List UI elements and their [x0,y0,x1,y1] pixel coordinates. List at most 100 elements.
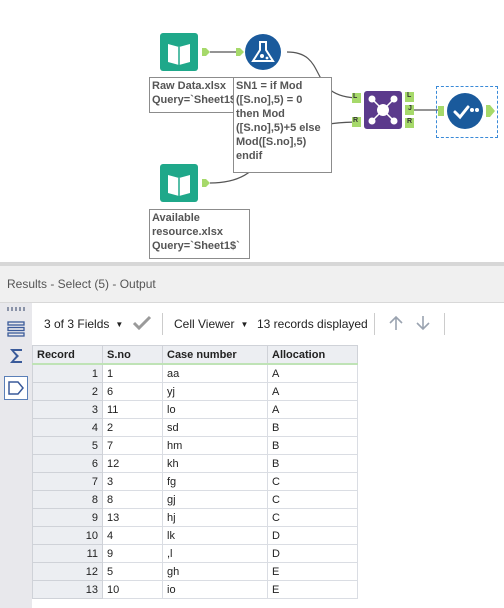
results-title: Results - Select (5) - Output [7,277,156,291]
column-header-allocation[interactable]: Allocation [267,345,358,365]
input-data-tool-raw[interactable] [160,33,212,74]
allocation-cell[interactable]: E [267,562,358,581]
allocation-cell[interactable]: C [267,490,358,509]
column-header-sno[interactable]: S.no [102,345,163,365]
table-row[interactable]: 5 7 hm B [32,436,358,455]
allocation-cell[interactable]: E [267,580,358,599]
record-cell[interactable]: 8 [32,490,103,509]
table-row[interactable]: 13 10 io E [32,580,358,599]
chevron-down-icon: ▼ [115,320,124,330]
case-number-cell[interactable]: lo [162,400,268,419]
record-cell[interactable]: 7 [32,472,103,491]
input-data-tool-available[interactable] [160,164,212,205]
case-number-cell[interactable]: aa [162,363,268,383]
table-row[interactable]: 8 8 gj C [32,490,358,509]
record-cell[interactable]: 10 [32,526,103,545]
record-cell[interactable]: 13 [32,580,103,599]
allocation-cell[interactable]: A [267,363,358,383]
table-row[interactable]: 1 1 aa A [32,363,358,383]
case-number-cell[interactable]: ,l [162,544,268,563]
sno-cell[interactable]: 2 [102,418,163,437]
table-row[interactable]: 3 11 lo A [32,400,358,419]
sno-cell[interactable]: 1 [102,363,163,383]
flask-icon [236,34,281,70]
sno-cell[interactable]: 13 [102,508,163,527]
case-number-cell[interactable]: yj [162,382,268,401]
check-icon [132,315,152,331]
previous-button[interactable] [387,314,405,335]
record-cell[interactable]: 9 [32,508,103,527]
case-number-cell[interactable]: gj [162,490,268,509]
sno-cell[interactable]: 11 [102,400,163,419]
annotation-line: then Mod [236,108,285,120]
results-side-toolbar [0,303,33,608]
table-header-row: Record S.no Case number Allocation [32,345,358,365]
record-cell[interactable]: 2 [32,382,103,401]
case-number-cell[interactable]: lk [162,526,268,545]
allocation-cell[interactable]: D [267,526,358,545]
record-cell[interactable]: 3 [32,400,103,419]
table-row[interactable]: 10 4 lk D [32,526,358,545]
allocation-cell[interactable]: A [267,400,358,419]
sno-cell[interactable]: 8 [102,490,163,509]
table-row[interactable]: 6 12 kh B [32,454,358,473]
sno-cell[interactable]: 5 [102,562,163,581]
sno-cell[interactable]: 10 [102,580,163,599]
record-cell[interactable]: 1 [32,363,103,383]
allocation-cell[interactable]: C [267,508,358,527]
record-cell[interactable]: 5 [32,436,103,455]
table-row[interactable]: 9 13 hj C [32,508,358,527]
table-row[interactable]: 12 5 gh E [32,562,358,581]
metadata-view-button[interactable] [4,344,28,368]
column-header-case-number[interactable]: Case number [162,345,268,365]
sno-cell[interactable]: 12 [102,454,163,473]
record-cell[interactable]: 4 [32,418,103,437]
allocation-cell[interactable]: B [267,436,358,455]
record-cell[interactable]: 11 [32,544,103,563]
case-number-cell[interactable]: sd [162,418,268,437]
sno-cell[interactable]: 3 [102,472,163,491]
record-cell[interactable]: 6 [32,454,103,473]
fields-dropdown[interactable]: 3 of 3 Fields ▼ [44,317,123,331]
allocation-cell[interactable]: B [267,418,358,437]
allocation-cell[interactable]: C [267,472,358,491]
workflow-canvas[interactable]: L R L J R Raw Data.xlsx Query=`Sheet1$` … [0,0,504,262]
table-row[interactable]: 2 6 yj A [32,382,358,401]
case-number-cell[interactable]: gh [162,562,268,581]
fields-dropdown-label: 3 of 3 Fields [44,317,110,331]
record-cell[interactable]: 12 [32,562,103,581]
annotation-line: Query=`Sheet1$` [152,240,240,252]
allocation-cell[interactable]: A [267,382,358,401]
table-row[interactable]: 4 2 sd B [32,418,358,437]
case-number-cell[interactable]: hm [162,436,268,455]
table-row[interactable]: 7 3 fg C [32,472,358,491]
apply-check-button[interactable] [132,314,152,335]
check-select-icon [438,93,495,129]
book-icon [160,164,210,202]
select-tool[interactable] [436,86,498,138]
case-number-cell[interactable]: fg [162,472,268,491]
sno-cell[interactable]: 6 [102,382,163,401]
allocation-cell[interactable]: D [267,544,358,563]
case-number-cell[interactable]: io [162,580,268,599]
annotation-line: endif [236,150,263,162]
arrow-down-icon [416,316,430,331]
case-number-cell[interactable]: hj [162,508,268,527]
grip-handle[interactable] [7,307,27,311]
column-header-record[interactable]: Record [32,345,103,365]
sno-cell[interactable]: 4 [102,526,163,545]
join-tool[interactable]: L R L J R [352,90,414,130]
tag-icon [8,381,24,395]
next-button[interactable] [414,314,432,335]
formula-tool[interactable] [236,33,288,74]
viewer-dropdown[interactable]: Cell Viewer ▼ [174,317,248,331]
book-icon [160,33,210,71]
annotation-line: ([S.no],5) = 0 [236,94,303,106]
table-row[interactable]: 11 9 ,l D [32,544,358,563]
tag-view-button[interactable] [4,376,28,400]
sno-cell[interactable]: 9 [102,544,163,563]
sno-cell[interactable]: 7 [102,436,163,455]
data-view-button[interactable] [4,317,28,341]
case-number-cell[interactable]: kh [162,454,268,473]
allocation-cell[interactable]: B [267,454,358,473]
